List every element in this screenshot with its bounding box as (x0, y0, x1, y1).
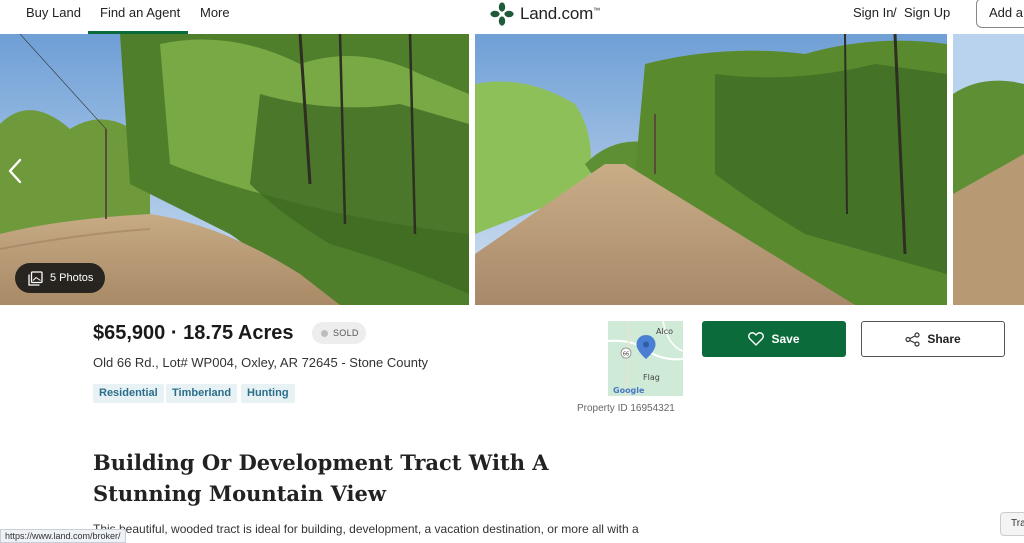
logo-text: Land.com™ (520, 4, 600, 23)
share-icon (905, 331, 920, 347)
map-town-alco: Alco (656, 327, 673, 336)
auth-separator: / (893, 5, 897, 20)
tag-hunting[interactable]: Hunting (241, 384, 295, 403)
photo-count-button[interactable]: 5 Photos (15, 263, 105, 293)
share-button[interactable]: Share (861, 321, 1005, 357)
property-id: Property ID 16954321 (577, 403, 675, 414)
heart-icon (748, 332, 765, 346)
price-acres: $65,900 · 18.75 Acres (93, 322, 294, 344)
listing-description: This beautiful, wooded tract is ideal fo… (93, 522, 639, 536)
map-thumbnail[interactable]: 66 Alco Flag Google (608, 321, 683, 396)
photo-count-label: 5 Photos (50, 272, 94, 284)
status-label: SOLD (333, 328, 359, 338)
tag-residential[interactable]: Residential (93, 384, 164, 403)
listing-address: Old 66 Rd., Lot# WP004, Oxley, AR 72645 … (93, 355, 429, 370)
google-logo: Google (613, 386, 645, 395)
map-town-flag: Flag (643, 373, 660, 382)
nav-buy-land[interactable]: Buy Land (26, 0, 81, 34)
status-dot (321, 329, 328, 337)
sign-in-link[interactable]: Sign In (853, 0, 893, 34)
add-listing-button[interactable]: Add a (976, 0, 1024, 28)
listing-headline: Building Or Development Tract With A Stu… (93, 450, 549, 506)
save-label: Save (771, 332, 800, 346)
logo-trademark: ™ (593, 7, 600, 15)
chevron-left-icon[interactable] (6, 158, 24, 184)
top-nav: Buy Land Find an Agent More Land.com™ Si… (0, 0, 1024, 34)
sign-up-link[interactable]: Sign Up (904, 0, 950, 34)
browser-status-url: https://www.land.com/broker/ (0, 529, 126, 543)
gallery-photo-2[interactable] (475, 34, 947, 305)
land-com-leaf-icon (490, 2, 514, 26)
chat-tab[interactable]: Tra (1000, 512, 1024, 536)
photo-stack-icon (28, 270, 43, 286)
nav-find-agent[interactable]: Find an Agent (88, 0, 188, 34)
nav-more[interactable]: More (200, 0, 230, 34)
gallery-photo-3[interactable] (953, 34, 1024, 305)
status-badge: SOLD (312, 322, 366, 344)
tag-timberland[interactable]: Timberland (166, 384, 238, 403)
photo-gallery: 5 Photos (0, 34, 1024, 305)
save-button[interactable]: Save (702, 321, 846, 357)
map-road-label: 66 (623, 352, 629, 358)
share-label: Share (927, 332, 961, 346)
land-com-logo[interactable]: Land.com™ (490, 2, 600, 26)
